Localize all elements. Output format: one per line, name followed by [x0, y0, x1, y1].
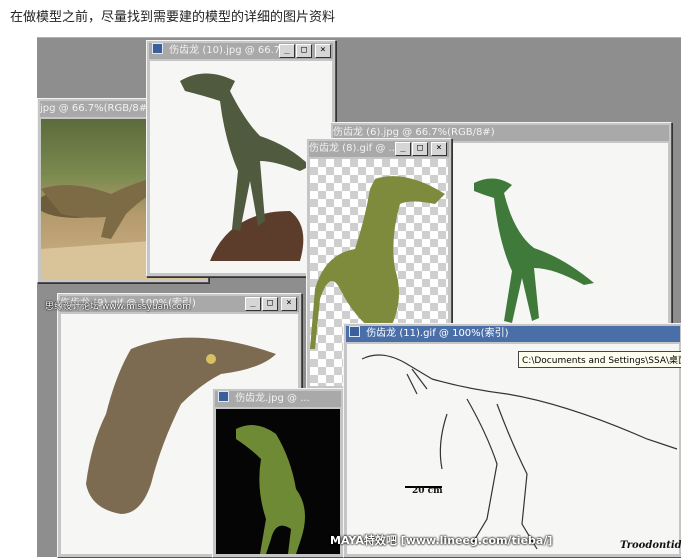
maximize-button[interactable]: □ — [296, 44, 312, 58]
image-canvas — [347, 344, 679, 554]
footer-watermark: MAYA特效吧 [www.lineeg.com/tieba/] — [330, 534, 553, 547]
page-caption: 在做模型之前，尽量找到需要建的模型的详细的图片资料 — [10, 10, 336, 25]
skeleton-illustration — [361, 354, 678, 550]
minimize-button[interactable]: _ — [279, 44, 295, 58]
document-icon — [349, 326, 360, 337]
title-bar[interactable]: 伤齿龙.jpg @ ... — [215, 391, 341, 407]
minimize-button[interactable]: _ — [395, 142, 411, 156]
window-title: 伤齿龙 (8).gif @ ... — [309, 143, 399, 154]
window-title: 伤齿龙.jpg @ ... — [235, 393, 310, 404]
close-button[interactable]: × — [281, 297, 297, 311]
close-button[interactable]: × — [431, 142, 447, 156]
close-button[interactable]: × — [315, 44, 331, 58]
image-canvas — [216, 409, 340, 554]
image-window-black[interactable]: 伤齿龙.jpg @ ... — [212, 388, 344, 558]
title-bar[interactable]: 伤齿龙 (10).jpg @ 66.7... _ □ × — [149, 43, 333, 59]
dinosaur-illustration — [236, 425, 305, 554]
maximize-button[interactable]: □ — [262, 297, 278, 311]
document-icon — [218, 391, 229, 402]
image-canvas — [150, 61, 332, 273]
window-title: 伤齿龙 (6).jpg @ 66.7%(RGB/8#) — [333, 127, 495, 138]
window-title: 伤齿龙 (11).gif @ 100%(索引) — [366, 328, 509, 339]
maximize-button[interactable]: □ — [412, 142, 428, 156]
file-path-tooltip: C:\Documents and Settings\SSA\桌面\伤 — [518, 351, 681, 368]
minimize-button[interactable]: _ — [245, 297, 261, 311]
watermark: 思缘设计论坛 www.missyuan.com — [45, 302, 191, 312]
title-bar[interactable]: 伤齿龙 (8).gif @ ... _ □ × — [309, 141, 449, 157]
dinosaur-illustration — [180, 73, 310, 261]
window-title: jpg @ 66.7%(RGB/8#) — [40, 103, 152, 114]
window-title: 伤齿龙 (10).jpg @ 66.7... — [169, 45, 290, 56]
document-icon — [152, 43, 163, 54]
skeleton-caption: Troodontid — [620, 540, 681, 551]
title-bar[interactable]: 伤齿龙 (11).gif @ 100%(索引) — [346, 326, 680, 342]
scale-label: 20 cm — [412, 486, 443, 496]
